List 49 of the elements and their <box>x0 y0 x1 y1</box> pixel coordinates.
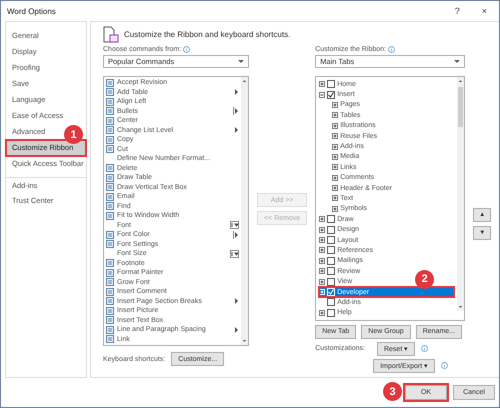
expand-icon[interactable] <box>332 154 338 160</box>
help-button[interactable]: ? <box>448 6 466 16</box>
step-badge: 2 <box>415 270 434 289</box>
window-title: Word Options <box>7 6 57 16</box>
scrollbar[interactable] <box>457 77 464 311</box>
checkbox[interactable] <box>327 80 336 88</box>
section-heading: Customize the Ribbon and keyboard shortcuts. <box>124 30 290 39</box>
expand-icon[interactable] <box>319 247 326 254</box>
info-icon <box>388 46 396 53</box>
checkbox[interactable] <box>327 215 336 224</box>
expand-icon[interactable] <box>319 258 326 264</box>
ribbon-settings-icon <box>103 26 119 43</box>
scrollbar[interactable] <box>241 77 248 345</box>
expand-icon[interactable] <box>319 237 326 244</box>
dropdown-caret-icon <box>238 60 244 64</box>
checkbox[interactable] <box>327 256 336 265</box>
checkbox[interactable] <box>327 267 336 276</box>
expand-icon[interactable] <box>332 112 338 118</box>
dropdown-caret-icon <box>454 60 460 64</box>
collapse-icon[interactable] <box>319 92 326 98</box>
expand-icon[interactable] <box>332 102 338 108</box>
checkbox[interactable] <box>327 226 336 234</box>
expand-icon[interactable] <box>332 206 338 212</box>
checkbox[interactable] <box>327 278 336 286</box>
info-icon <box>441 362 448 370</box>
checkbox[interactable] <box>327 236 336 244</box>
expand-icon[interactable] <box>319 81 326 88</box>
close-button[interactable]: × <box>476 6 493 16</box>
expand-icon[interactable] <box>332 122 338 129</box>
expand-icon[interactable] <box>332 185 338 192</box>
expand-icon[interactable] <box>319 216 326 222</box>
expand-icon[interactable] <box>319 310 326 316</box>
step-badge: 3 <box>383 382 402 401</box>
expand-icon[interactable] <box>319 226 326 233</box>
expand-icon[interactable] <box>332 164 338 170</box>
step-badge: 1 <box>64 125 83 144</box>
checkbox[interactable] <box>327 90 336 99</box>
expand-icon[interactable] <box>319 278 326 285</box>
info-icon <box>183 46 190 53</box>
info-icon <box>421 345 428 352</box>
expand-icon[interactable] <box>332 195 338 202</box>
expand-icon[interactable] <box>332 174 338 181</box>
expand-icon[interactable] <box>332 144 338 150</box>
checkbox[interactable] <box>327 308 336 317</box>
commands-list[interactable] <box>103 76 249 346</box>
expand-icon[interactable] <box>319 268 326 274</box>
expand-icon[interactable] <box>332 133 338 140</box>
checkbox[interactable] <box>327 298 336 306</box>
checkbox[interactable] <box>327 246 336 254</box>
